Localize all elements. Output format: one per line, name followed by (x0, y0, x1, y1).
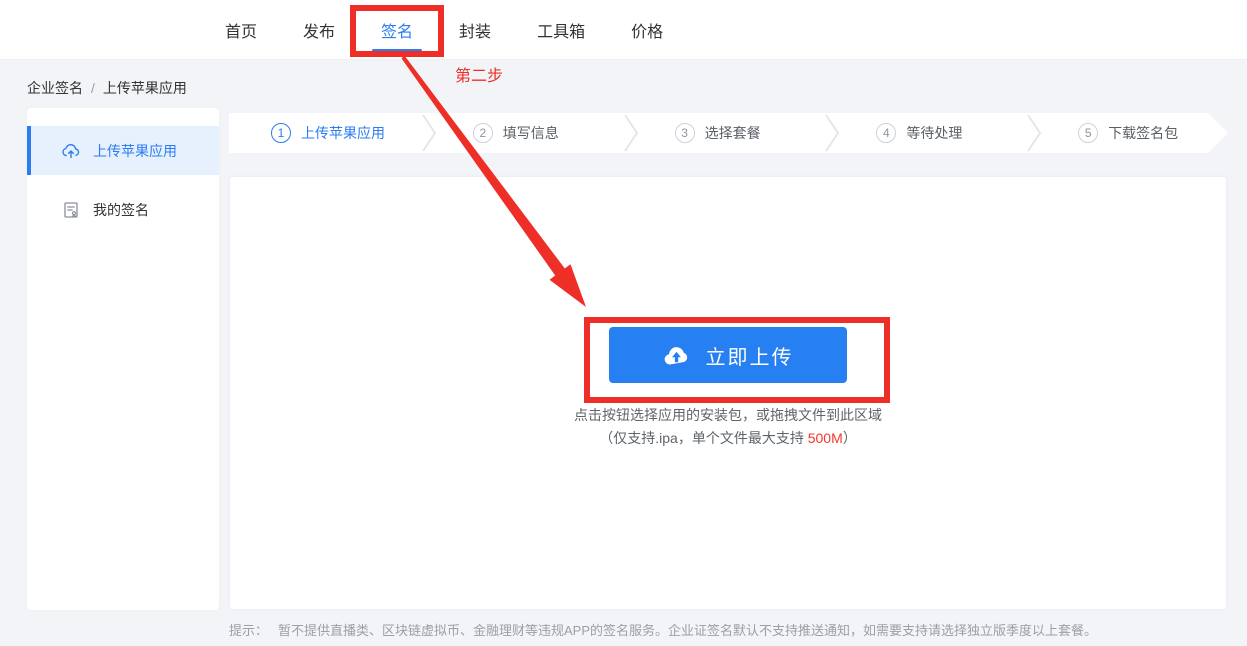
step-label: 下载签名包 (1108, 125, 1179, 141)
nav-item-publish[interactable]: 发布 (303, 0, 335, 60)
nav-item-toolbox[interactable]: 工具箱 (537, 0, 585, 60)
sidebar-item-upload-apple-app[interactable]: 上传苹果应用 (27, 126, 219, 175)
nav-item-price[interactable]: 价格 (631, 0, 663, 60)
breadcrumb-separator: / (91, 80, 95, 96)
my-signature-icon (64, 202, 78, 218)
step-number-badge: 3 (675, 123, 695, 143)
top-header: 首页 发布 签名 封装 工具箱 价格 (0, 0, 1247, 60)
step-choose-plan: 3 选择套餐 (641, 123, 825, 143)
step-upload-apple-app: 1 上传苹果应用 (229, 123, 421, 143)
cloud-upload-icon (664, 346, 687, 364)
main-nav: 首页 发布 签名 封装 工具箱 价格 (225, 0, 663, 60)
breadcrumb-item-upload-app: 上传苹果应用 (102, 80, 187, 96)
step-number-badge: 1 (271, 123, 291, 143)
upload-drop-zone[interactable] (229, 176, 1227, 610)
steps-progress-bar: 1 上传苹果应用 2 填写信息 3 选择套餐 4 等待处理 5 下载签名包 (229, 113, 1228, 153)
step-label: 选择套餐 (704, 125, 761, 141)
step-fill-info: 2 填写信息 (439, 123, 623, 143)
step-number-badge: 5 (1078, 123, 1098, 143)
step-label: 填写信息 (502, 125, 559, 141)
chevron-right-icon (1026, 113, 1044, 153)
sidebar-item-label: 上传苹果应用 (93, 142, 177, 159)
step-download-signed-package: 5 下载签名包 (1044, 123, 1228, 143)
hint-prefix: （仅支持.ipa，单个文件最大支持 (599, 430, 808, 446)
sidebar-item-my-signatures[interactable]: 我的签名 (27, 189, 219, 231)
step-number-badge: 4 (876, 123, 896, 143)
hint-size-limit: 500M (807, 430, 843, 446)
footer-tip: 提示： 暂不提供直播类、区块链虚拟币、金融理财等违规APP的签名服务。企业证签名默… (229, 620, 1097, 639)
upload-now-button[interactable]: 立即上传 (609, 327, 847, 383)
sidebar-item-label: 我的签名 (93, 202, 149, 218)
chevron-right-icon (623, 113, 641, 153)
nav-item-sign[interactable]: 签名 (381, 0, 413, 60)
upload-hint-line1: 点击按钮选择应用的安装包，或拖拽文件到此区域 (574, 407, 882, 423)
upload-now-label: 立即上传 (705, 346, 794, 369)
nav-item-home[interactable]: 首页 (225, 0, 257, 60)
step-wait-processing: 4 等待处理 (842, 123, 1026, 143)
breadcrumb-item-enterprise-sign[interactable]: 企业签名 (27, 78, 83, 98)
cloud-upload-icon (62, 143, 80, 158)
nav-item-package[interactable]: 封装 (459, 0, 491, 60)
sidebar: 上传苹果应用 我的签名 (27, 108, 219, 610)
upload-hint-line2: （仅支持.ipa，单个文件最大支持 500M） (229, 428, 1227, 448)
chevron-right-icon (421, 113, 439, 153)
chevron-right-icon (824, 113, 842, 153)
step-label: 上传苹果应用 (301, 125, 385, 141)
footer-tip-prefix: 提示： (229, 623, 269, 638)
hint-suffix: ） (842, 430, 857, 446)
breadcrumb: 企业签名 / 上传苹果应用 (27, 78, 187, 98)
annotation-step2-label: 第二步 (455, 68, 504, 85)
step-number-badge: 2 (473, 123, 493, 143)
footer-tip-text: 暂不提供直播类、区块链虚拟币、金融理财等违规APP的签名服务。企业证签名默认不支… (278, 623, 1098, 638)
enterprise-signing-upload-page: { "header": { "nav_items": [ {"label": "… (0, 0, 1247, 646)
step-label: 等待处理 (906, 125, 963, 141)
